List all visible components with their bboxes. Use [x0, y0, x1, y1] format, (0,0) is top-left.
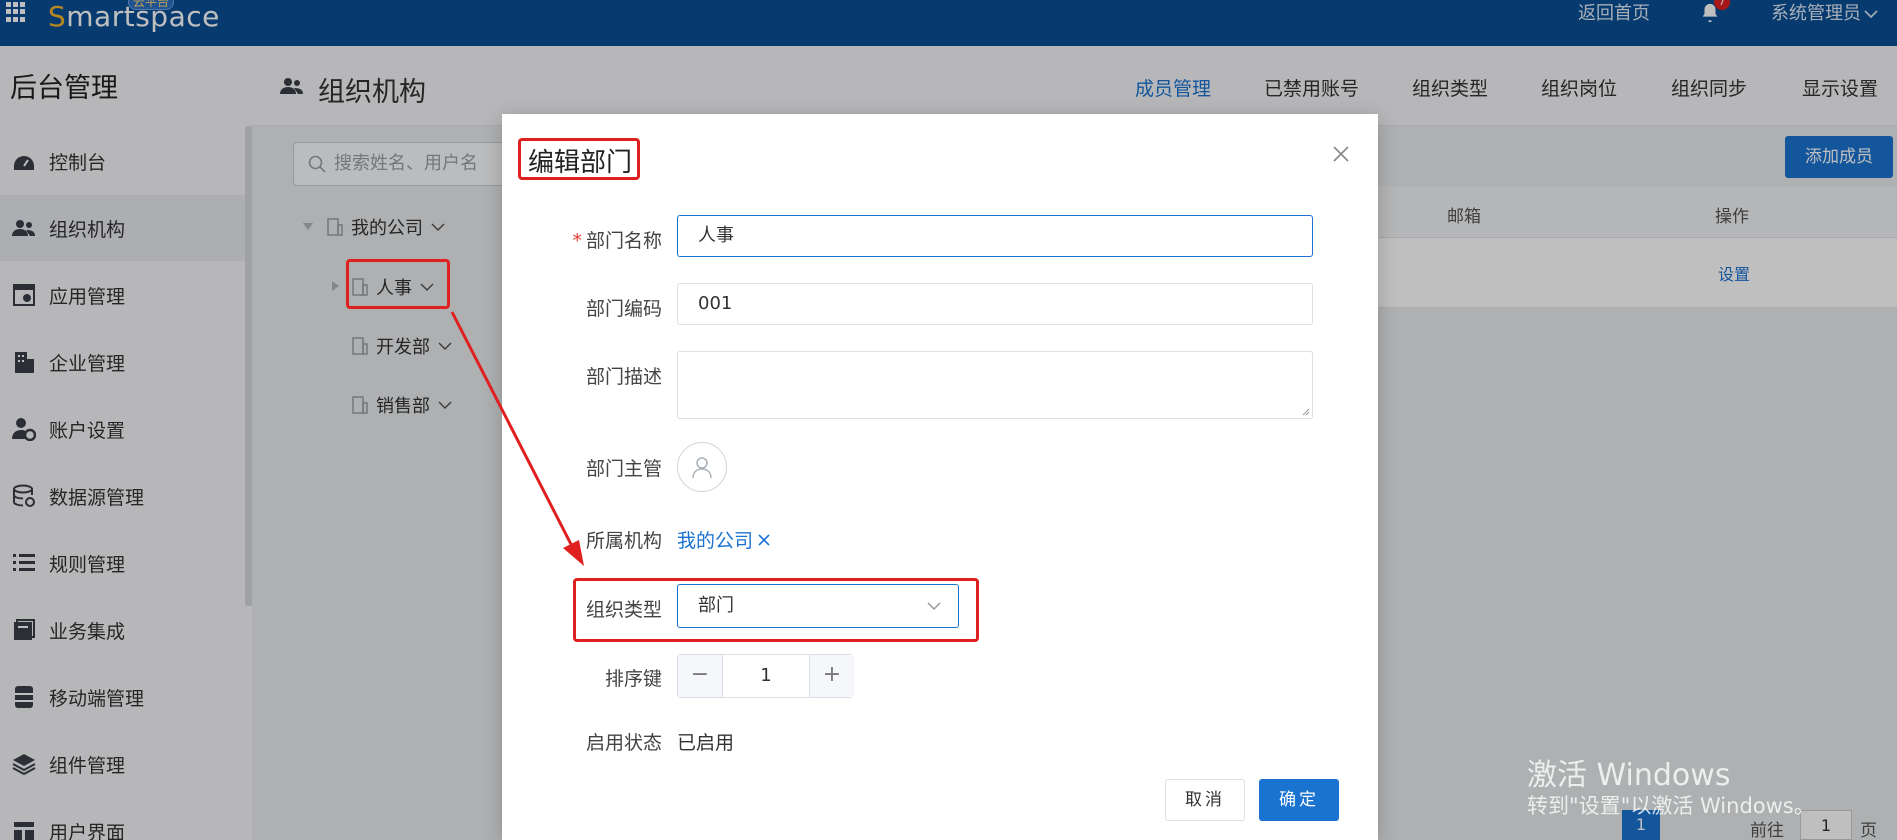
windows-activation-hint: 转到"设置"以激活 Windows。: [1527, 794, 1815, 818]
windows-activation-watermark: 激活 Windows: [1527, 758, 1731, 793]
annotation-arrow: [450, 311, 584, 566]
